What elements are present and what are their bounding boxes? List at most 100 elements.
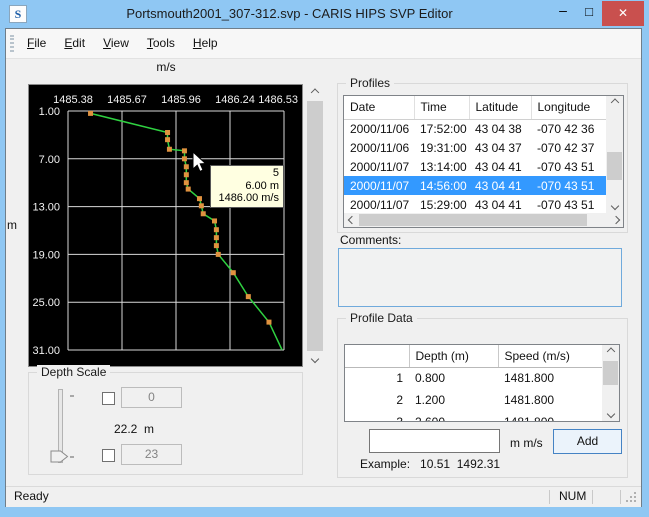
table-cell: 1481.800	[498, 367, 602, 389]
svg-text:1485.96: 1485.96	[161, 94, 201, 106]
table-cell: 43 04 41	[469, 195, 531, 214]
depth-scale-group: Depth Scale 0 22.2 m 23	[28, 372, 303, 475]
chart-scroll-thumb[interactable]	[307, 101, 323, 351]
window-title: Portsmouth2001_307-312.svp - CARIS HIPS …	[40, 0, 539, 28]
table-cell: -070 43 51	[531, 195, 606, 214]
table-cell: 14:56:00	[414, 176, 469, 195]
svg-text:7.00: 7.00	[39, 154, 60, 166]
column-header[interactable]: Date	[344, 96, 414, 119]
menu-view[interactable]: View	[94, 29, 138, 58]
comments-field[interactable]	[338, 248, 622, 307]
status-divider	[592, 490, 593, 504]
menu-tools[interactable]: Tools	[138, 29, 184, 58]
table-row[interactable]: 2000/11/0715:29:0043 04 41-070 43 51	[344, 195, 606, 214]
profiles-scroll-left-icon[interactable]	[344, 213, 359, 227]
column-header[interactable]: Depth (m)	[409, 345, 498, 367]
table-cell: 43 04 41	[469, 157, 531, 176]
column-header[interactable]	[345, 345, 409, 367]
table-cell: 2000/11/07	[344, 157, 414, 176]
table-row[interactable]: 21.2001481.800	[345, 389, 602, 411]
svg-text:1.00: 1.00	[39, 106, 60, 118]
menu-help[interactable]: Help	[184, 29, 227, 58]
table-cell: 2	[345, 389, 409, 411]
table-cell: 43 04 37	[469, 138, 531, 157]
table-row[interactable]: 2000/11/0619:31:0043 04 37-070 42 37	[344, 138, 606, 157]
tooltip-depth: 6.00 m	[215, 180, 279, 193]
table-cell: -070 42 37	[531, 138, 606, 157]
table-cell: 1.200	[409, 389, 498, 411]
app-window: S Portsmouth2001_307-312.svp - CARIS HIP…	[0, 0, 649, 517]
table-row[interactable]: 2000/11/0713:14:0043 04 41-070 43 51	[344, 157, 606, 176]
chart-scrollbar[interactable]	[306, 86, 324, 366]
depth-max-field: 23	[121, 444, 182, 465]
table-cell: 1481.800	[498, 411, 602, 422]
depth-max-checkbox[interactable]	[102, 449, 115, 462]
resize-grip-icon[interactable]	[625, 491, 638, 504]
minimize-button[interactable]: –	[550, 0, 576, 26]
profile-data-vscrollbar[interactable]	[602, 345, 619, 421]
chart-units-label: m/s	[28, 60, 304, 74]
slider-tick-bottom	[70, 456, 74, 458]
status-message: Ready	[14, 489, 49, 503]
profile-data-group: Profile Data Depth (m)Speed (m/s)10.8001…	[337, 318, 628, 478]
table-row[interactable]: 32.6001481.800	[345, 411, 602, 422]
chart-scroll-up-icon[interactable]	[306, 86, 324, 101]
profiles-label: Profiles	[346, 76, 394, 90]
profile-data-scroll-up-icon[interactable]	[602, 345, 619, 360]
table-cell: 43 04 38	[469, 119, 531, 138]
profile-data-scroll-down-icon[interactable]	[602, 406, 619, 421]
num-lock-indicator: NUM	[559, 489, 589, 503]
profile-markers[interactable]	[88, 111, 271, 325]
profiles-hscroll-thumb[interactable]	[359, 214, 587, 226]
profiles-scroll-up-icon[interactable]	[606, 96, 623, 111]
table-cell: 2000/11/06	[344, 138, 414, 157]
svg-text:25.00: 25.00	[32, 297, 60, 309]
column-header[interactable]: Latitude	[469, 96, 531, 119]
depth-current-label: 22.2 m	[114, 422, 154, 436]
table-cell: 43 04 41	[469, 176, 531, 195]
column-header[interactable]: Speed (m/s)	[498, 345, 602, 367]
table-row[interactable]: 10.8001481.800	[345, 367, 602, 389]
profiles-hscrollbar[interactable]	[344, 213, 623, 227]
status-divider	[549, 490, 550, 504]
profiles-scroll-down-icon[interactable]	[606, 198, 623, 213]
column-header[interactable]: Time	[414, 96, 469, 119]
comments-label: Comments:	[340, 233, 401, 247]
svp-chart-plot[interactable]: 1485.381485.671485.961486.241486.531.007…	[29, 85, 302, 366]
depth-min-checkbox[interactable]	[102, 392, 115, 405]
profiles-scroll-right-icon[interactable]	[608, 213, 623, 227]
tooltip-point-number: 5	[215, 167, 279, 180]
depth-slider-thumb[interactable]	[50, 450, 69, 464]
table-cell: 2.600	[409, 411, 498, 422]
chart-scroll-down-icon[interactable]	[306, 351, 324, 366]
status-divider	[620, 490, 621, 504]
table-cell: 19:31:00	[414, 138, 469, 157]
column-header[interactable]: Longitude	[531, 96, 606, 119]
table-cell: 2000/11/07	[344, 195, 414, 214]
table-row[interactable]: 2000/11/0617:52:0043 04 38-070 42 36	[344, 119, 606, 138]
menu-edit[interactable]: Edit	[55, 29, 94, 58]
add-button[interactable]: Add	[553, 429, 622, 454]
slider-tick-top	[70, 395, 74, 397]
table-cell: 13:14:00	[414, 157, 469, 176]
table-row[interactable]: 2000/11/0714:56:0043 04 41-070 43 51	[344, 176, 606, 195]
table-cell: 17:52:00	[414, 119, 469, 138]
profiles-group: Profiles DateTimeLatitudeLongitude2000/1…	[337, 83, 628, 233]
app-icon[interactable]: S	[9, 5, 27, 23]
profiles-vscrollbar[interactable]	[606, 96, 623, 213]
datapoint-tooltip: 5 6.00 m 1486.00 m/s	[210, 165, 284, 208]
profile-data-table[interactable]: Depth (m)Speed (m/s)10.8001481.80021.200…	[345, 345, 603, 422]
svg-text:1486.24: 1486.24	[215, 94, 255, 106]
profile-data-list: Depth (m)Speed (m/s)10.8001481.80021.200…	[344, 344, 620, 422]
close-button[interactable]: ✕	[602, 1, 644, 26]
table-cell: 3	[345, 411, 409, 422]
depth-speed-input[interactable]	[369, 429, 500, 453]
svg-text:1486.53: 1486.53	[258, 94, 298, 106]
menu-file[interactable]: File	[18, 29, 55, 58]
profiles-table[interactable]: DateTimeLatitudeLongitude2000/11/0617:52…	[344, 96, 607, 214]
table-cell: 0.800	[409, 367, 498, 389]
maximize-button[interactable]: □	[576, 0, 602, 26]
profiles-vscroll-thumb[interactable]	[607, 152, 622, 180]
svg-text:13.00: 13.00	[32, 202, 60, 214]
profile-data-vscroll-thumb[interactable]	[603, 361, 618, 385]
